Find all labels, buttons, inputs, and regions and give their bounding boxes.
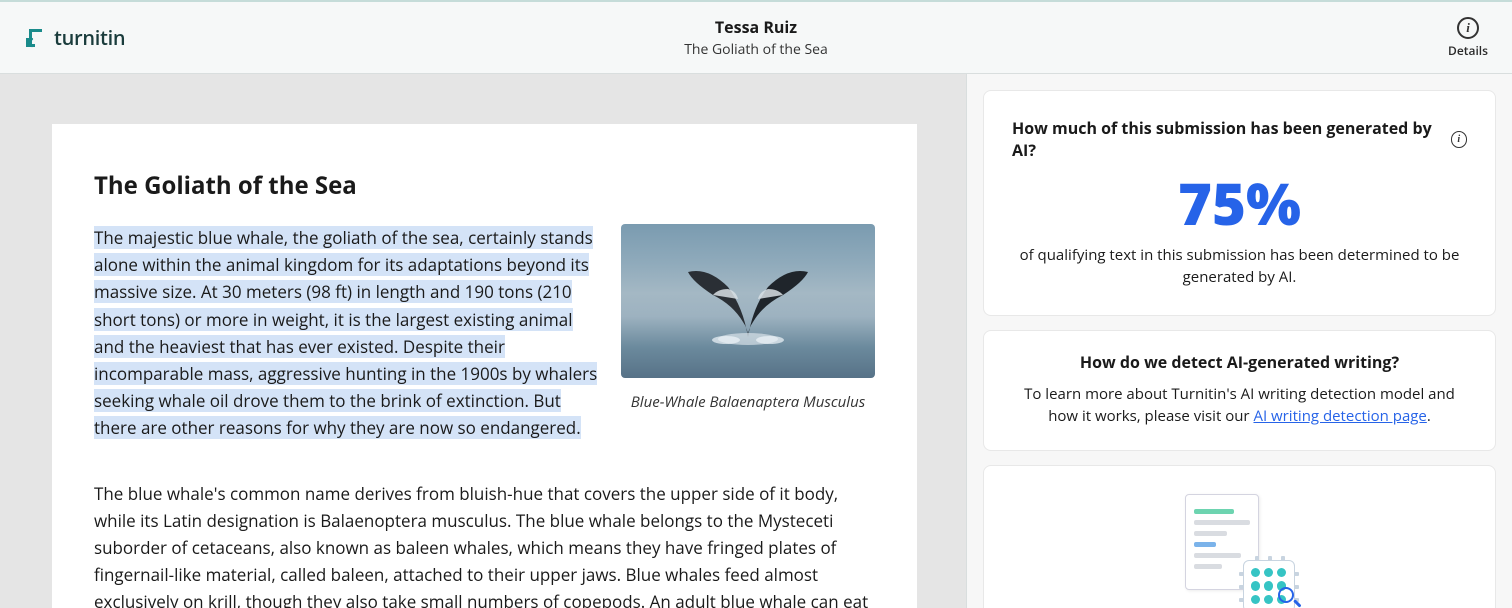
image-block: Blue-Whale Balaenaptera Musculus [621, 224, 875, 460]
header-title-block: Tessa Ruiz The Goliath of the Sea [684, 16, 828, 59]
student-name: Tessa Ruiz [684, 16, 828, 38]
document-page: The Goliath of the Sea The majestic blue… [52, 124, 917, 608]
whale-image [621, 224, 875, 378]
ai-percentage: 75% [1012, 173, 1467, 234]
detect-text-suffix: . [1427, 406, 1431, 426]
paragraph-2: The blue whale's common name derives fro… [94, 480, 875, 608]
ai-subtext: of qualifying text in this submission ha… [1012, 244, 1467, 289]
info-icon: i [1457, 17, 1479, 39]
ai-detection-info-card: How do we detect AI-generated writing? T… [983, 330, 1496, 451]
ai-question-row: How much of this submission has been gen… [1012, 117, 1467, 161]
ai-score-card: How much of this submission has been gen… [983, 90, 1496, 316]
main-area: The Goliath of the Sea The majestic blue… [0, 74, 1512, 608]
ai-detection-link[interactable]: AI writing detection page [1253, 406, 1426, 426]
document-pane: The Goliath of the Sea The majestic blue… [0, 74, 966, 608]
details-button[interactable]: i Details [1448, 17, 1488, 59]
content-text-col: The majestic blue whale, the goliath of … [94, 224, 603, 460]
whale-tail-illustration [678, 247, 818, 347]
chip-icon [1243, 560, 1295, 608]
turnitin-logo: turnitin [24, 24, 125, 51]
illustration-card [983, 465, 1496, 608]
highlighted-text: The majestic blue whale, the goliath of … [94, 226, 597, 439]
paragraph-1: The majestic blue whale, the goliath of … [94, 224, 603, 442]
detect-text: To learn more about Turnitin's AI writin… [1012, 383, 1467, 428]
ai-sidebar: How much of this submission has been gen… [966, 74, 1512, 608]
document-title-header: The Goliath of the Sea [684, 40, 828, 59]
detect-title: How do we detect AI-generated writing? [1012, 351, 1467, 373]
turnitin-logo-icon [24, 26, 48, 50]
ai-question: How much of this submission has been gen… [1012, 117, 1443, 161]
info-icon[interactable]: i [1451, 131, 1467, 148]
image-caption: Blue-Whale Balaenaptera Musculus [621, 392, 875, 412]
logo-text: turnitin [54, 24, 125, 51]
app-header: turnitin Tessa Ruiz The Goliath of the S… [0, 0, 1512, 74]
content-row: The majestic blue whale, the goliath of … [94, 224, 875, 460]
ai-scan-illustration [1185, 494, 1295, 608]
page-title: The Goliath of the Sea [94, 169, 875, 202]
magnify-icon [1278, 587, 1300, 608]
details-label: Details [1448, 42, 1488, 59]
